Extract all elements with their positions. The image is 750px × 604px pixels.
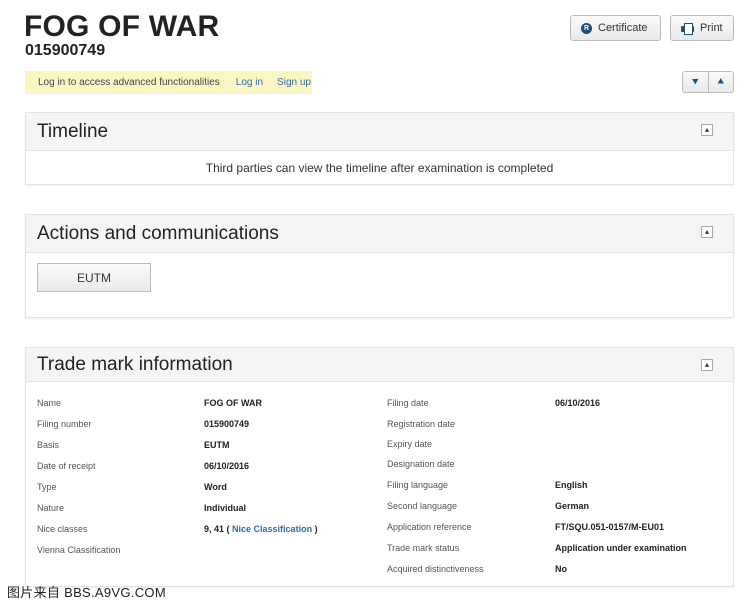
- info-label: Second language: [387, 501, 458, 511]
- filing-number-heading: 015900749: [25, 42, 106, 59]
- signup-link[interactable]: Sign up: [277, 77, 311, 88]
- info-label: Name: [37, 398, 62, 408]
- info-label: Filing date: [387, 398, 429, 408]
- info-label: Trade mark status: [387, 543, 460, 553]
- certificate-icon: R: [581, 22, 592, 34]
- info-value: 06/10/2016: [555, 398, 601, 408]
- certificate-button-label: Certificate: [598, 22, 648, 34]
- nice-classes-value: 9, 41 ( Nice Classification ): [204, 524, 318, 534]
- info-value: EUTM: [204, 440, 230, 450]
- login-link[interactable]: Log in: [236, 77, 263, 88]
- collapse-panel-icon[interactable]: ▴: [701, 226, 713, 238]
- info-label: Filing language: [387, 480, 449, 490]
- info-label: Date of receipt: [37, 461, 96, 471]
- expand-collapse-group: ⯆ ⯅: [682, 71, 734, 93]
- info-label: Expiry date: [387, 439, 433, 449]
- watermark-text: 图片来自 BBS.A9VG.COM: [7, 585, 166, 600]
- info-label: Filing number: [37, 419, 92, 429]
- info-value: 06/10/2016: [204, 461, 250, 471]
- collapse-all-icon[interactable]: ⯅: [707, 72, 734, 92]
- info-value: FT/SQU.051-0157/M-EU01: [555, 522, 665, 532]
- info-value: FOG OF WAR: [204, 398, 262, 408]
- nice-classes-numbers: 9, 41 (: [204, 524, 230, 534]
- nice-classes-suffix: ): [314, 524, 318, 534]
- timeline-panel: Timeline ▴ Third parties can view the ti…: [25, 112, 734, 185]
- info-value: Individual: [204, 503, 247, 513]
- actions-header[interactable]: Actions and communications ▴: [26, 215, 733, 253]
- info-value: No: [555, 564, 567, 574]
- info-label: Type: [37, 482, 57, 492]
- info-value: 015900749: [204, 419, 250, 429]
- trademark-info-grid: Name FOG OF WAR Filing number 015900749 …: [26, 348, 735, 588]
- expand-all-icon[interactable]: ⯆: [683, 72, 708, 92]
- login-notice-bar: Log in to access advanced functionalitie…: [25, 71, 312, 94]
- info-label: Registration date: [387, 419, 456, 429]
- timeline-title: Timeline: [37, 120, 109, 142]
- login-notice-text: Log in to access advanced functionalitie…: [38, 77, 220, 88]
- timeline-header[interactable]: Timeline ▴: [26, 113, 733, 151]
- info-label: Application reference: [387, 522, 472, 532]
- actions-title: Actions and communications: [37, 222, 279, 244]
- collapse-panel-icon[interactable]: ▴: [701, 124, 713, 136]
- info-label: Acquired distinctiveness: [387, 564, 484, 574]
- print-button-label: Print: [700, 22, 723, 34]
- timeline-message: Third parties can view the timeline afte…: [205, 161, 554, 175]
- printer-icon: [681, 22, 694, 35]
- info-label: Nature: [37, 503, 65, 513]
- page-title: FOG OF WAR: [24, 10, 220, 43]
- actions-panel: Actions and communications ▴ EUTM: [25, 214, 734, 318]
- info-label: Designation date: [387, 459, 455, 469]
- info-value: Application under examination: [555, 543, 687, 553]
- info-label: Nice classes: [37, 524, 88, 534]
- info-value: German: [555, 501, 590, 511]
- info-value: English: [555, 480, 588, 490]
- info-label: Vienna Classification: [37, 545, 121, 555]
- certificate-button[interactable]: R Certificate: [570, 15, 661, 41]
- nice-classification-link[interactable]: Nice Classification: [232, 524, 312, 534]
- eutm-button[interactable]: EUTM: [37, 263, 151, 292]
- print-button[interactable]: Print: [670, 15, 734, 41]
- info-value: Word: [204, 482, 227, 492]
- info-label: Basis: [37, 440, 60, 450]
- trademark-info-panel: Trade mark information ▴ Name FOG OF WAR…: [25, 347, 734, 587]
